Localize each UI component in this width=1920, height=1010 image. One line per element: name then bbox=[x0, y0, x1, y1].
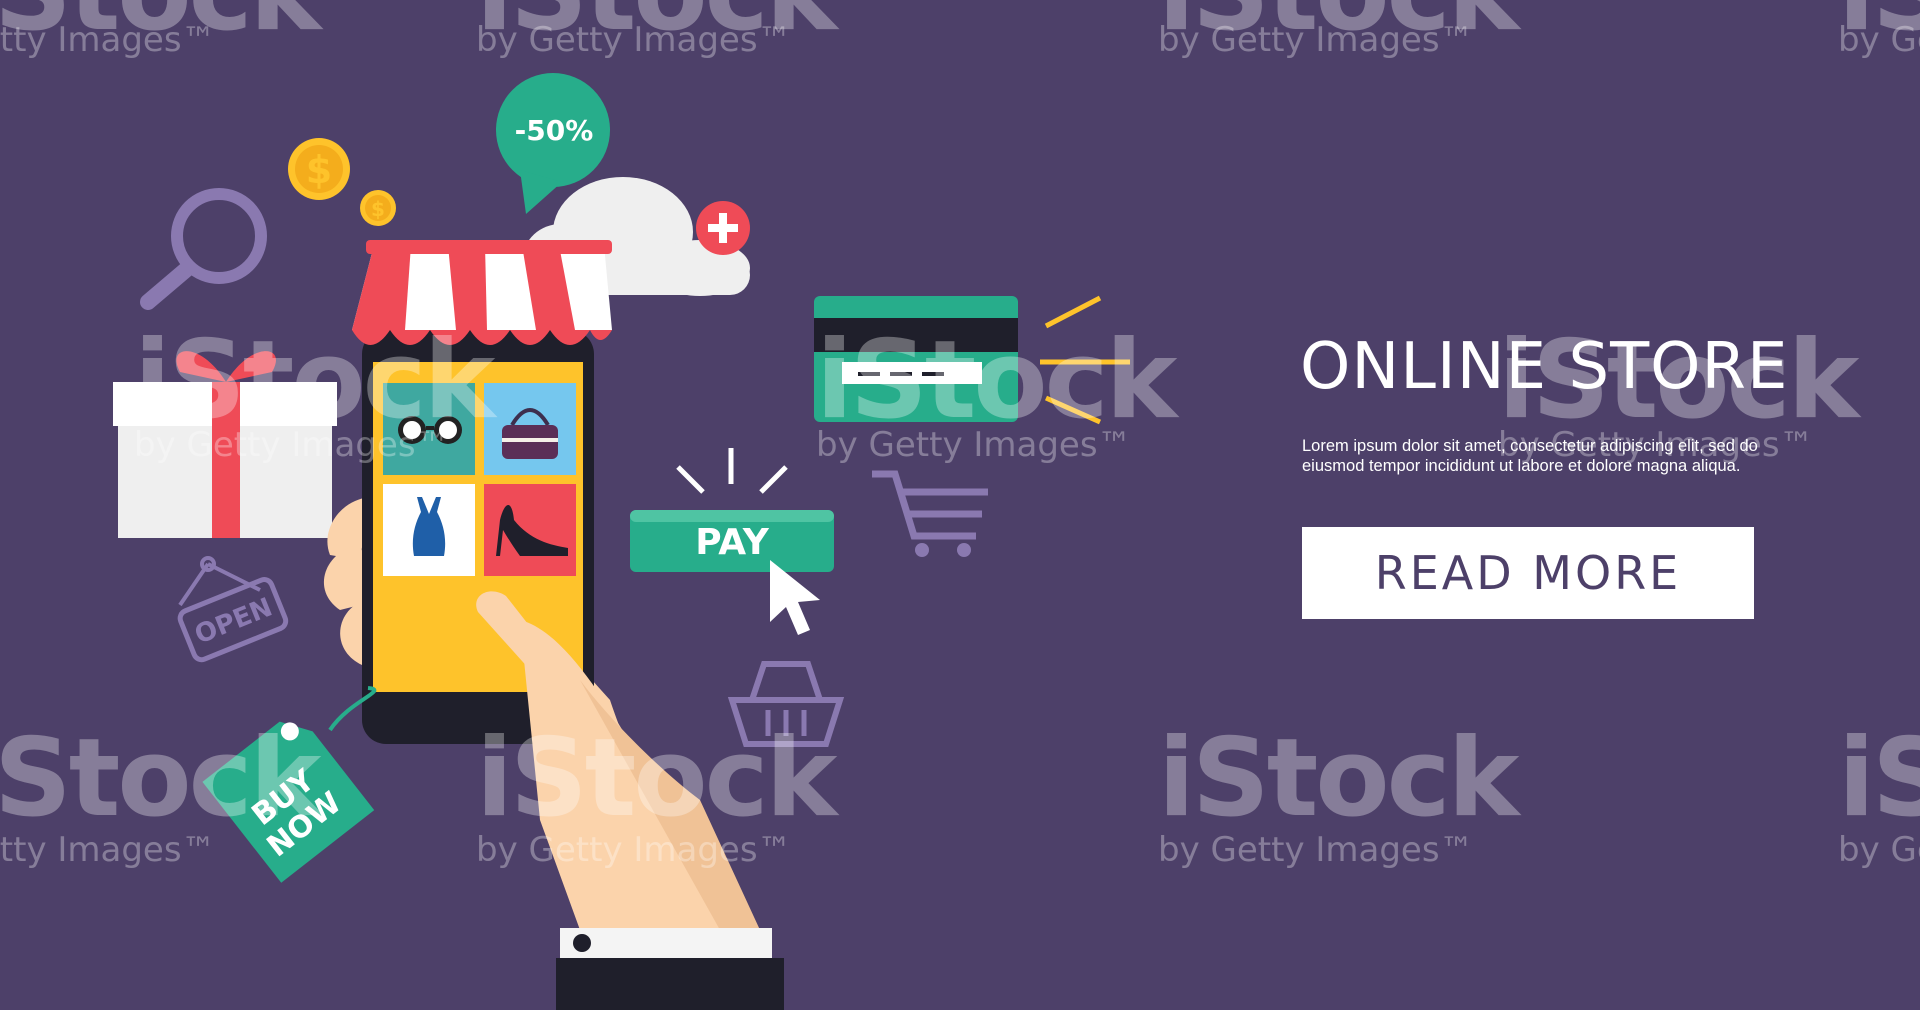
svg-text:$: $ bbox=[306, 148, 332, 192]
discount-badge-text: -50% bbox=[515, 114, 594, 147]
forearm-icon bbox=[520, 620, 784, 1010]
pay-button[interactable]: PAY bbox=[630, 510, 834, 572]
svg-text:$: $ bbox=[371, 197, 385, 221]
online-store-illustration: $ $ -50% OPEN BUY NOW PAY bbox=[113, 73, 1130, 1010]
read-more-button[interactable]: READ MORE bbox=[1302, 527, 1754, 619]
pay-button-label: PAY bbox=[695, 522, 769, 563]
plus-icon bbox=[696, 201, 750, 255]
card-burst-icon bbox=[1040, 295, 1130, 425]
shopping-cart-icon bbox=[872, 470, 988, 557]
price-tag-icon: BUY NOW bbox=[202, 686, 377, 883]
gift-box-icon bbox=[113, 351, 337, 538]
click-burst-icon bbox=[676, 448, 788, 494]
small-coin-icon: $ bbox=[360, 190, 396, 226]
hero-body-text: Lorem ipsum dolor sit amet, consectetur … bbox=[1302, 437, 1758, 475]
awning-icon bbox=[352, 240, 612, 345]
hero-title: ONLINE STORE bbox=[1300, 330, 1789, 404]
open-sign-icon: OPEN bbox=[177, 556, 289, 663]
credit-card-icon bbox=[814, 296, 1018, 422]
magnifier-icon bbox=[140, 188, 267, 310]
shopping-basket-icon bbox=[727, 661, 845, 747]
dollar-coin-icon: $ bbox=[288, 138, 350, 200]
